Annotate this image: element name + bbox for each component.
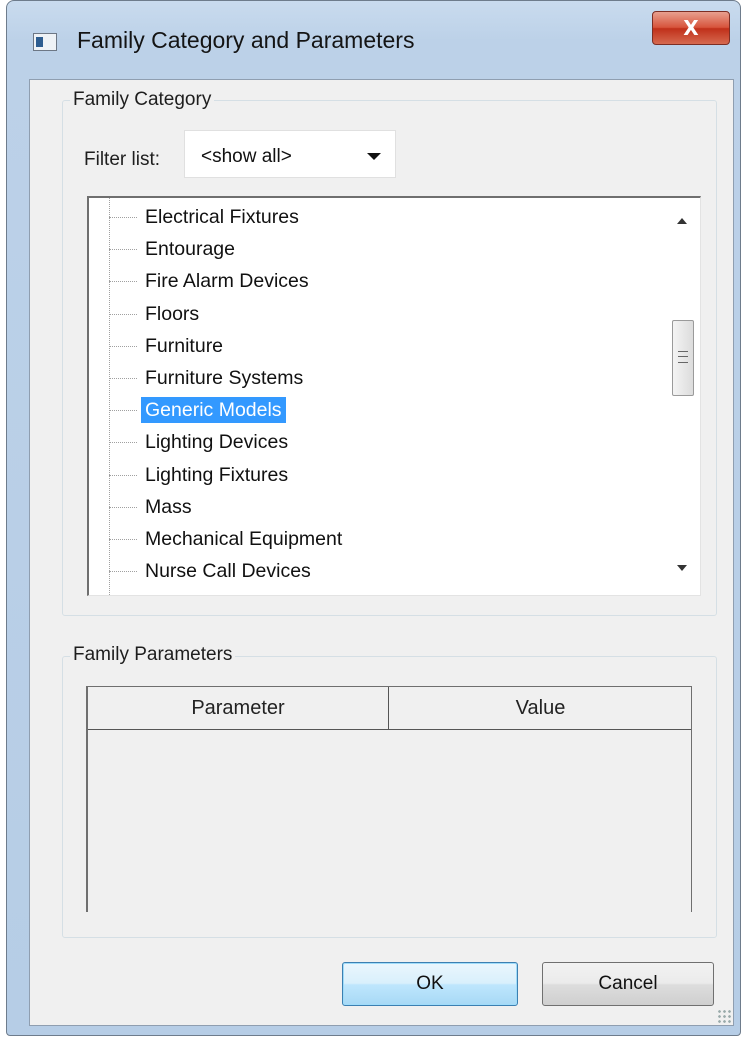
tree-item[interactable]: Furniture [109, 331, 666, 361]
tree-item-label: Mechanical Equipment [145, 528, 343, 550]
tree-item[interactable]: Floors [109, 299, 666, 329]
ok-button[interactable]: OK [342, 962, 518, 1006]
scroll-down-arrow-icon[interactable] [677, 565, 687, 571]
tree-item[interactable]: Lighting Fixtures [109, 460, 666, 490]
tree-connector [109, 571, 137, 573]
filter-list-value: <show all> [201, 146, 292, 167]
tree-scrollbar[interactable] [666, 198, 700, 595]
close-button[interactable]: X [652, 11, 730, 45]
tree-connector [109, 217, 137, 218]
tree-connector [109, 281, 137, 283]
tree-connector [109, 249, 137, 251]
family-category-legend: Family Category [70, 89, 215, 111]
category-tree[interactable]: Electrical Fixtures Entourage Fire Alarm D… [87, 196, 701, 596]
tree-connector [109, 378, 137, 379]
tree-item-label: Mass [145, 495, 192, 518]
tree-item[interactable]: Fire Alarm Devices [109, 266, 666, 296]
tree-item-label: Lighting Fixtures [145, 463, 289, 486]
tree-connector [109, 313, 137, 315]
category-tree-list: Electrical Fixtures Entourage Fire Alarm D… [89, 198, 666, 595]
tree-item-label: Nurse Call Devices [145, 560, 311, 583]
tree-item[interactable]: Parking [109, 588, 666, 595]
tree-item-label: Furniture Systems [145, 367, 304, 389]
tree-connector [109, 442, 137, 444]
tree-connector [109, 345, 137, 347]
tree-item-label: Parking [141, 590, 215, 595]
dialog-client-area: Family Category Filter list: <show all> … [29, 79, 734, 1026]
scroll-up-arrow-icon[interactable] [677, 218, 687, 224]
grip-icon [678, 351, 688, 363]
tree-item[interactable]: Electrical Fixtures [109, 202, 666, 232]
filter-list-dropdown[interactable]: <show all> [184, 130, 396, 178]
column-header-parameter[interactable]: Parameter [88, 687, 389, 729]
tree-item[interactable]: Entourage [109, 234, 666, 264]
app-icon [33, 33, 57, 51]
column-header-value[interactable]: Value [389, 687, 692, 729]
cancel-button[interactable]: Cancel [542, 962, 714, 1006]
tree-item[interactable]: Furniture Systems [109, 363, 666, 393]
tree-item-label: Entourage [145, 238, 235, 261]
chevron-down-icon[interactable] [367, 153, 381, 160]
tree-item-label: Electrical Fixtures [145, 206, 299, 228]
tree-item[interactable]: Nurse Call Devices [109, 556, 666, 586]
tree-item-label: Lighting Devices [145, 431, 289, 454]
window-title: Family Category and Parameters [77, 27, 415, 53]
tree-connector [109, 506, 137, 508]
parameters-table-header: Parameter Value [88, 687, 691, 730]
dialog-window: Family Category and Parameters X Family … [6, 0, 741, 1036]
tree-item[interactable]: Mechanical Equipment [109, 524, 666, 554]
parameters-table[interactable]: Parameter Value [86, 686, 692, 912]
tree-connector [109, 474, 137, 476]
tree-item-label: Furniture [145, 334, 224, 357]
family-parameters-legend: Family Parameters [70, 644, 236, 666]
tree-item[interactable]: Mass [109, 492, 666, 522]
tree-connector [109, 410, 137, 412]
filter-list-label: Filter list: [84, 149, 160, 170]
resize-grip-icon[interactable] [717, 1009, 731, 1023]
tree-connector [109, 539, 137, 540]
tree-item[interactable]: Lighting Devices [109, 427, 666, 457]
title-bar[interactable]: Family Category and Parameters X [7, 1, 740, 79]
tree-item-label: Generic Models [141, 397, 286, 424]
tree-item-label: Fire Alarm Devices [145, 270, 309, 293]
scroll-thumb[interactable] [672, 320, 694, 396]
tree-item[interactable]: Generic Models [109, 395, 666, 425]
tree-item-label: Floors [145, 302, 200, 325]
